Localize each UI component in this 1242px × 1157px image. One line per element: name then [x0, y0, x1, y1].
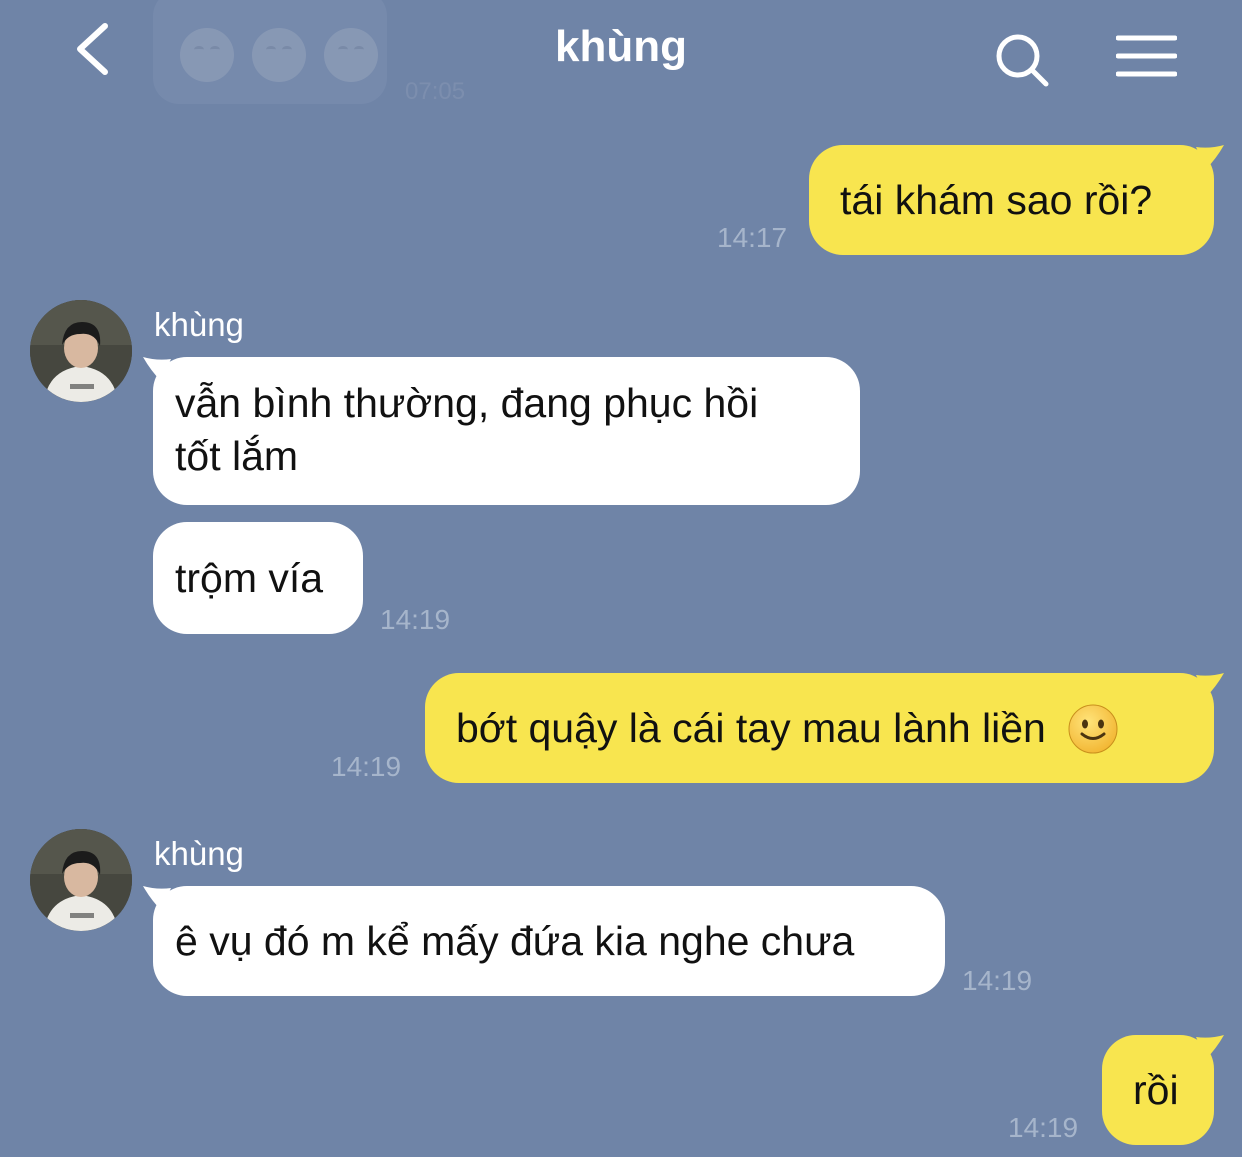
- avatar-photo: [30, 829, 132, 931]
- message-time: 14:19: [380, 604, 451, 635]
- bubble-tail: [1196, 673, 1224, 697]
- avatar[interactable]: [30, 829, 132, 931]
- message-time: 14:19: [331, 751, 402, 782]
- chat-title: khùng: [555, 22, 687, 71]
- hamburger-menu-icon[interactable]: [1116, 34, 1177, 78]
- their-message-bubble[interactable]: vẫn bình thường, đang phục hồi tốt lắm: [143, 357, 860, 505]
- message-text: ê vụ đó m kể mấy đứa kia nghe chưa: [175, 918, 855, 964]
- their-message-bubble[interactable]: ê vụ đó m kể mấy đứa kia nghe chưa: [143, 886, 945, 996]
- message-text-line: tốt lắm: [175, 433, 299, 479]
- my-message-bubble[interactable]: bớt quậy là cái tay mau lành liền: [425, 673, 1224, 783]
- message-text: tái khám sao rồi?: [840, 177, 1153, 223]
- search-icon[interactable]: [994, 32, 1050, 88]
- my-message-bubble[interactable]: rồi: [1102, 1035, 1224, 1145]
- message-text: bớt quậy là cái tay mau lành liền: [456, 705, 1046, 751]
- bubble-tail: [1196, 145, 1224, 169]
- message-text: rồi: [1133, 1067, 1179, 1113]
- message-time: 14:19: [1008, 1112, 1079, 1143]
- message-text: trộm vía: [175, 555, 324, 601]
- sender-name: khùng: [154, 835, 244, 872]
- bubble-tail: [143, 357, 171, 381]
- sender-name: khùng: [154, 306, 244, 343]
- bubble-tail: [143, 886, 171, 910]
- my-message-bubble[interactable]: tái khám sao rồi?: [809, 145, 1224, 255]
- message-text-line: vẫn bình thường, đang phục hồi: [175, 380, 759, 426]
- message-time: 14:17: [717, 222, 788, 253]
- message-time: 14:19: [962, 965, 1033, 996]
- their-message-bubble[interactable]: trộm vía: [153, 522, 363, 634]
- faded-message-time: 07:05: [405, 78, 466, 105]
- slightly-smiling-face-emoji-icon: [1068, 704, 1118, 754]
- bubble-tail: [1196, 1035, 1224, 1059]
- avatar[interactable]: [30, 300, 132, 402]
- avatar-photo: [30, 300, 132, 402]
